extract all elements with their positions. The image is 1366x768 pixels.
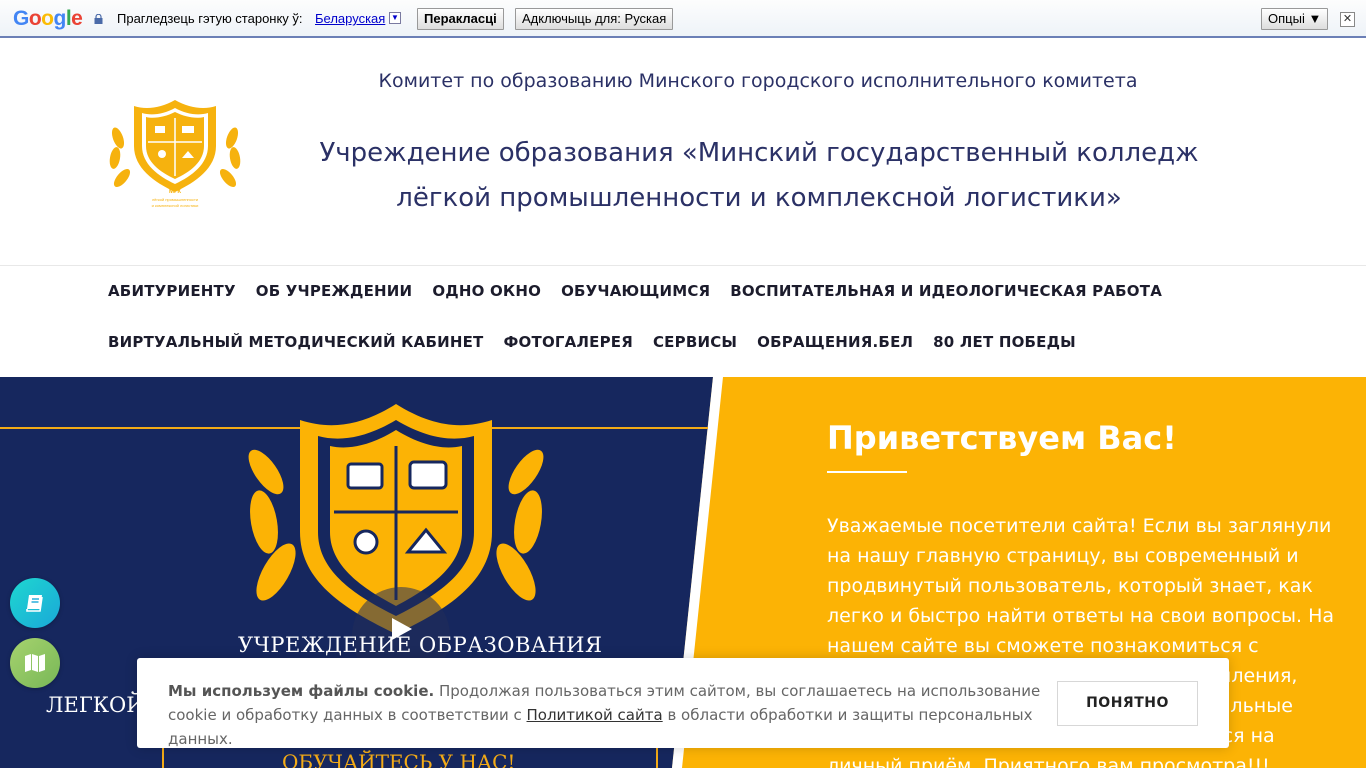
map-button[interactable] (10, 638, 60, 688)
accessibility-book-button[interactable] (10, 578, 60, 628)
header-divider (0, 265, 1366, 266)
hero-caption: УЧРЕЖДЕНИЕ ОБРАЗОВАНИЯ (238, 633, 603, 657)
hero-caption: ЛЕГКОЙ (46, 693, 145, 717)
disable-translate-button[interactable]: Адключыць для: Руская (515, 8, 674, 30)
main-nav-row-1: АБИТУРИЕНТУ ОБ УЧРЕЖДЕНИИ ОДНО ОКНО ОБУЧ… (108, 282, 1162, 304)
options-button[interactable]: Опцыі ▼ (1261, 8, 1329, 30)
site-title: Учреждение образования «Минский государс… (319, 138, 1199, 213)
cookie-accept-button[interactable]: ПОНЯТНО (1057, 681, 1198, 726)
nav-item-applicants[interactable]: АБИТУРИЕНТУ (108, 282, 236, 304)
svg-text:МГК: МГК (169, 189, 181, 195)
nav-item-photo-gallery[interactable]: ФОТОГАЛЕРЕЯ (503, 333, 632, 355)
cookie-banner: Мы используем файлы cookie. Продолжая по… (137, 658, 1229, 748)
lock-icon (94, 14, 103, 24)
svg-text:и комплексной логистики: и комплексной логистики (152, 203, 199, 208)
cookie-message: Мы используем файлы cookie. Продолжая по… (168, 682, 1041, 748)
privacy-policy-link[interactable]: Политикой сайта (527, 706, 663, 724)
svg-text:лёгкой промышленности: лёгкой промышленности (152, 197, 198, 202)
nav-item-methodical-cabinet[interactable]: ВИРТУАЛЬНЫЙ МЕТОДИЧЕСКИЙ КАБИНЕТ (108, 333, 483, 355)
nav-item-education-work[interactable]: ВОСПИТАТЕЛЬНАЯ И ИДЕОЛОГИЧЕСКАЯ РАБОТА (730, 282, 1162, 304)
committee-title: Комитет по образованию Минского городско… (378, 70, 1138, 92)
translate-bar: Google Прагледзець гэтую старонку ў: Бел… (0, 0, 1366, 38)
translate-button[interactable]: Перакласці (417, 8, 504, 30)
nav-item-students[interactable]: ОБУЧАЮЩИМСЯ (561, 282, 710, 304)
college-logo[interactable]: МГК лёгкой промышленности и комплексной … (106, 98, 244, 210)
language-link[interactable]: Беларуская (315, 11, 385, 26)
nav-item-about[interactable]: ОБ УЧРЕЖДЕНИИ (256, 282, 413, 304)
language-dropdown-icon[interactable]: ▼ (389, 12, 401, 24)
close-icon[interactable]: ✕ (1340, 12, 1355, 27)
map-icon (25, 654, 45, 672)
welcome-title: Приветствуем Вас! (827, 419, 1177, 457)
hero-caption: ОБУЧАЙТЕСЬ У НАС! (282, 750, 516, 768)
google-logo: Google (13, 7, 83, 30)
welcome-underline (827, 471, 907, 473)
translate-prompt: Прагледзець гэтую старонку ў: (117, 11, 303, 26)
nav-item-one-window[interactable]: ОДНО ОКНО (432, 282, 541, 304)
nav-item-appeals[interactable]: ОБРАЩЕНИЯ.БЕЛ (757, 333, 913, 355)
main-nav-row-2: ВИРТУАЛЬНЫЙ МЕТОДИЧЕСКИЙ КАБИНЕТ ФОТОГАЛ… (108, 333, 1076, 355)
nav-item-services[interactable]: СЕРВИСЫ (653, 333, 737, 355)
book-icon (26, 595, 43, 612)
nav-item-victory-80[interactable]: 80 ЛЕТ ПОБЕДЫ (933, 333, 1076, 355)
